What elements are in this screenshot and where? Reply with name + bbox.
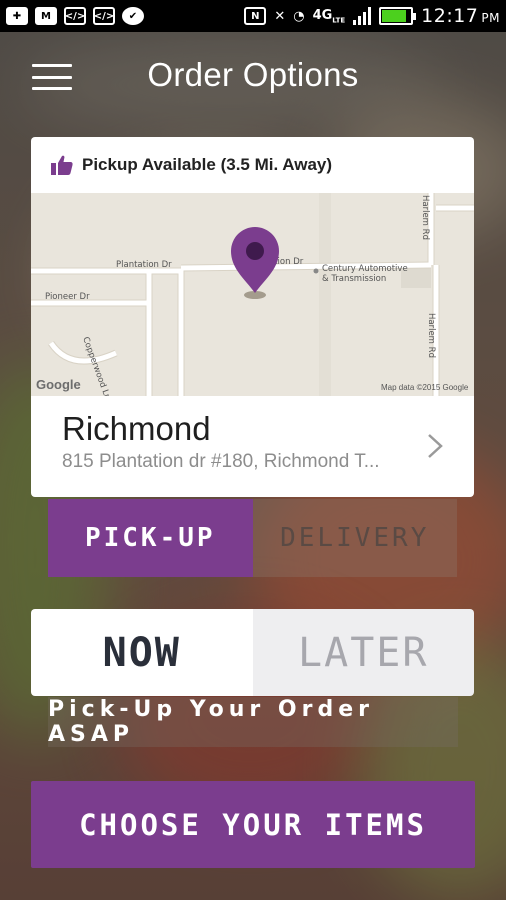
chevron-right-icon (428, 434, 443, 458)
timing-hint: Pick-Up Your Order ASAP (48, 697, 458, 747)
store-name: Richmond (62, 410, 211, 447)
store-address: 815 Plantation dr #180, Richmond T... (62, 451, 380, 472)
wifi-icon: ◔ (293, 8, 305, 24)
map-poi-line1: Century Automotive (322, 264, 408, 274)
pickup-option[interactable]: PICK-UP (48, 499, 253, 577)
now-option[interactable]: NOW (31, 609, 253, 696)
chat-icon: ✔ (122, 7, 144, 25)
store-map[interactable]: Plantation Dr ation Dr Pioneer Dr Copper… (31, 193, 474, 401)
delivery-option[interactable]: DELIVERY (252, 499, 457, 577)
map-label-plantation: Plantation Dr (116, 260, 172, 270)
store-selector[interactable]: Richmond 815 Plantation dr #180, Richmon… (31, 396, 474, 497)
signal-icon (353, 7, 372, 25)
nfc-icon: N (244, 7, 267, 25)
google-logo: Google (36, 377, 81, 392)
code-icon-2: </> (93, 7, 115, 25)
map-poi-line2: & Transmission (322, 274, 386, 284)
gmail-icon: M (35, 7, 57, 25)
network-type: 4GLTE (312, 7, 346, 25)
availability-row: Pickup Available (3.5 Mi. Away) (31, 137, 474, 193)
map-label-pioneer: Pioneer Dr (45, 292, 90, 302)
map-attribution: Map data ©2015 Google (381, 383, 469, 392)
mute-icon: ✕ (274, 8, 286, 24)
availability-text: Pickup Available (3.5 Mi. Away) (82, 155, 333, 174)
location-card: Pickup Available (3.5 Mi. Away) Plantati… (31, 137, 474, 497)
thumbs-up-icon (51, 155, 73, 175)
later-option[interactable]: LATER (252, 609, 474, 696)
map-label-harlem-top: Harlem Rd (420, 195, 430, 240)
map-label-harlem-side: Harlem Rd (426, 313, 436, 358)
fulfillment-toggle: PICK-UP DELIVERY (48, 499, 457, 577)
status-bar: ✚ M </> </> ✔ N ✕ ◔ 4GLTE 12:17 PM (0, 0, 506, 32)
add-notification-icon: ✚ (6, 7, 28, 25)
clock: 12:17 PM (421, 5, 500, 27)
code-icon: </> (64, 7, 86, 25)
timing-toggle: NOW LATER (31, 609, 474, 696)
choose-items-button[interactable]: CHOOSE YOUR ITEMS (31, 781, 475, 868)
battery-icon (379, 7, 417, 25)
page-title: Order Options (147, 56, 359, 93)
